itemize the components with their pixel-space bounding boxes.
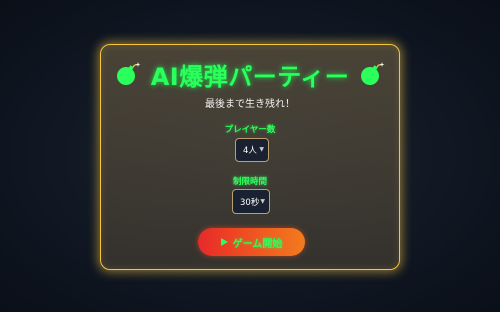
time-limit-label: 制限時間 [232,177,267,187]
play-icon [220,238,228,246]
bomb-icon [361,62,385,85]
game-setup-panel: AI爆弾パーティー 最後まで生き残れ！ プレイヤー数 4人 ▼ 制限時間 30秒… [100,44,400,270]
time-limit-select[interactable]: 30秒 ▼ [232,189,270,214]
start-game-label: ゲーム開始 [232,238,283,250]
players-select-value: 4人 [243,146,257,156]
subtitle: 最後まで生き残れ！ [205,99,295,110]
players-select[interactable]: 4人 ▼ [235,138,269,162]
page-title: AI爆弾パーティー [150,62,350,91]
chevron-down-icon: ▼ [260,197,265,205]
chevron-down-icon: ▼ [259,146,264,154]
title-row: AI爆弾パーティー [101,57,399,91]
players-label: プレイヤー数 [224,125,276,135]
bomb-icon [116,62,141,85]
start-game-button[interactable]: ゲーム開始 [198,228,305,256]
time-limit-select-value: 30秒 [240,197,260,208]
